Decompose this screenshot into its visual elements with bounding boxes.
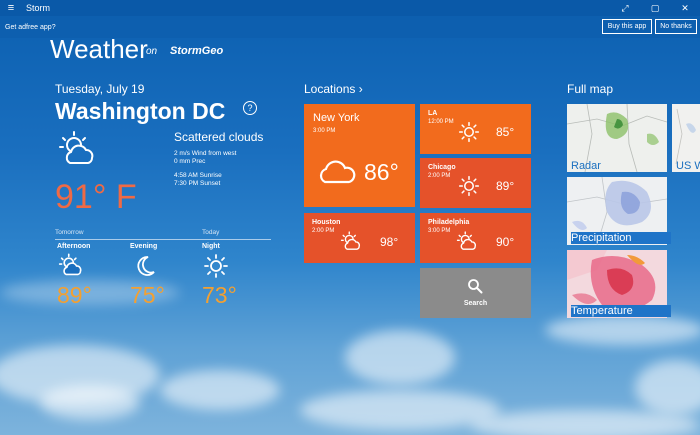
- search-tile[interactable]: Search: [420, 268, 531, 318]
- tile-time: 2:00 PM: [312, 228, 335, 234]
- tile-time: 3:00 PM: [428, 228, 451, 234]
- sunset-text: 7:30 PM Sunset: [174, 180, 221, 187]
- sun-cloud-icon: [456, 231, 477, 250]
- tile-city: Chicago: [428, 164, 456, 171]
- tile-city: Houston: [312, 219, 341, 226]
- tile-time: 2:00 PM: [428, 173, 451, 179]
- tile-city: Philadelphia: [428, 219, 470, 226]
- location-tile-houston[interactable]: Houston 2:00 PM 98°: [304, 213, 415, 263]
- tile-city: LA: [428, 110, 438, 117]
- close-button[interactable]: ✕: [670, 0, 700, 16]
- fullscreen-button[interactable]: ⤢: [610, 0, 640, 16]
- tile-time: 12:00 PM: [428, 119, 454, 125]
- map-label: Radar: [571, 160, 601, 172]
- current-city[interactable]: Washington DC: [55, 98, 225, 125]
- hamburger-menu-icon[interactable]: ≡: [0, 0, 22, 16]
- wind-text: 2 m/s Wind from west: [174, 150, 237, 157]
- map-label: Precipitation: [571, 232, 671, 244]
- today-label: Today: [202, 229, 220, 236]
- window-controls: ⤢ ▢ ✕: [610, 0, 700, 16]
- map-tile-us-weather[interactable]: US W: [672, 104, 700, 172]
- location-tile-la[interactable]: LA 12:00 PM 85°: [420, 104, 531, 154]
- tile-temp: 98°: [380, 235, 399, 249]
- help-icon[interactable]: ?: [243, 101, 257, 115]
- location-tile-new-york[interactable]: New York 3:00 PM 86°: [304, 104, 415, 207]
- period-label-evening: Evening: [130, 243, 158, 250]
- location-tile-philadelphia[interactable]: Philadelphia 3:00 PM 90°: [420, 213, 531, 263]
- buy-app-button[interactable]: Buy this app: [602, 19, 652, 34]
- tile-temp: 85°: [496, 125, 515, 139]
- locations-heading[interactable]: Locations ›: [304, 82, 363, 96]
- sun-icon: [458, 121, 480, 143]
- location-tile-chicago[interactable]: Chicago 2:00 PM 89°: [420, 158, 531, 208]
- search-label: Search: [463, 300, 488, 307]
- map-label: US W: [676, 160, 700, 172]
- background-cloud: [160, 370, 280, 410]
- period-temp-afternoon: 89°: [57, 282, 92, 308]
- tile-temp: 89°: [496, 179, 515, 193]
- app-title: Storm: [26, 3, 51, 13]
- moon-icon: [137, 256, 155, 276]
- condition-text: Scattered clouds: [174, 130, 264, 144]
- full-map-heading[interactable]: Full map: [567, 82, 613, 96]
- header-on-text: on: [146, 46, 158, 57]
- maximize-button[interactable]: ▢: [640, 0, 670, 16]
- sunrise-text: 4:58 AM Sunrise: [174, 172, 222, 179]
- background-cloud: [40, 385, 140, 420]
- period-label-afternoon: Afternoon: [57, 243, 91, 250]
- cloud-icon: [319, 160, 356, 184]
- background-cloud: [345, 330, 455, 385]
- tomorrow-label: Tomorrow: [55, 229, 84, 236]
- current-date: Tuesday, July 19: [55, 82, 145, 96]
- map-tile-temperature[interactable]: Temperature: [567, 250, 671, 318]
- tile-time: 3:00 PM: [313, 128, 336, 134]
- current-temperature: 91° F: [55, 178, 137, 216]
- sun-cloud-icon: [58, 253, 82, 276]
- sun-cloud-icon: [340, 231, 361, 250]
- no-thanks-button[interactable]: No thanks: [655, 19, 697, 34]
- tile-temp: 90°: [496, 235, 515, 249]
- brand-logo: StormGeo: [170, 45, 224, 57]
- sun-cloud-icon: [59, 131, 94, 164]
- tile-temp: 86°: [364, 159, 399, 185]
- title-bar: ≡ Storm ⤢ ▢ ✕: [0, 0, 700, 16]
- tile-city: New York: [313, 112, 360, 124]
- forecast-divider: [55, 239, 271, 240]
- map-tile-precipitation[interactable]: Precipitation: [567, 177, 671, 245]
- search-icon: [468, 279, 483, 294]
- period-temp-night: 73°: [202, 282, 237, 308]
- background-cloud: [635, 360, 700, 415]
- map-tile-radar[interactable]: Radar: [567, 104, 667, 172]
- page-title: Weather: [50, 34, 148, 64]
- period-temp-evening: 75°: [130, 282, 165, 308]
- map-label: Temperature: [571, 305, 671, 317]
- period-label-night: Night: [202, 243, 220, 250]
- background-cloud: [545, 315, 700, 345]
- sun-icon: [458, 175, 480, 197]
- precipitation-text: 0 mm Prec: [174, 158, 206, 165]
- sun-icon: [204, 254, 228, 278]
- ad-text: Get adfree app?: [5, 23, 56, 31]
